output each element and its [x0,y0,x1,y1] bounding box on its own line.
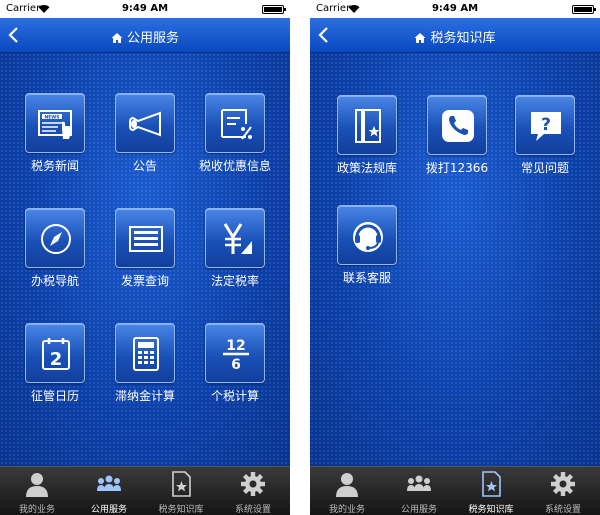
svg-text:12: 12 [226,338,245,354]
tab-tax-knowledge[interactable]: 税务知识库 [145,467,217,515]
svg-text:NEWS: NEWS [44,114,59,120]
tile-grid: NEWS 税务新闻 公告 税收优惠信息 办税导航 发票查询 法定税率 2 征管日… [0,53,290,466]
group-icon [407,475,431,491]
svg-text:2: 2 [50,349,63,370]
invoice-icon [129,226,163,252]
tile-tax-calendar[interactable]: 2 征管日历 [10,323,100,413]
calculator-icon [133,337,159,371]
tab-bar: 我的业务 公用服务 税务知识库 系统设置 [310,466,600,515]
tab-my-business[interactable]: 我的业务 [1,467,73,515]
gear-icon [551,472,575,496]
question-icon: ? [531,112,561,141]
home-icon [111,33,123,43]
tab-my-business[interactable]: 我的业务 [311,467,383,515]
tab-public-services[interactable]: 公用服务 [73,467,145,515]
fraction-icon: 12 6 [223,338,249,373]
tile-contact-support[interactable]: 联系客服 [322,205,412,295]
page-title: 公用服务 [126,31,179,46]
tile-tax-navigation[interactable]: 办税导航 [10,208,100,298]
tile-grid: 政策法规库 拨打12366 ? 常见问题 联系客服 [310,53,600,466]
battery-icon [572,5,596,14]
status-bar: Carrier 9:49 AM [310,0,600,18]
law-book-icon [355,109,381,143]
document-star-icon [172,471,191,497]
status-time: 9:49 AM [431,3,479,14]
discount-icon [221,109,252,140]
headset-icon [353,222,383,252]
svg-text:?: ? [541,115,551,135]
tab-system-settings[interactable]: 系统设置 [217,467,289,515]
person-icon [26,473,48,497]
tile-label: 个税计算 [210,389,259,403]
tile-label: 联系客服 [342,271,391,285]
home-icon [414,33,426,43]
group-icon [97,475,121,491]
screen-public-services: Carrier 9:49 AM 公用服务 NEWS 税务新闻 公告 税收优惠信息… [0,0,290,515]
page-title: 税务知识库 [430,31,496,46]
tab-tax-knowledge[interactable]: 税务知识库 [455,467,527,515]
tile-policy-law-library[interactable]: 政策法规库 [322,95,412,185]
nav-bar: 税务知识库 [310,18,600,53]
phone-icon [442,110,474,142]
screen-tax-knowledge-base: Carrier 9:49 AM 税务知识库 政策法规库 拨打12366 ? 常见… [310,0,600,515]
yen-rate-icon [223,223,252,254]
tile-income-tax-calculator[interactable]: 12 6 个税计算 [190,323,280,413]
tile-call-12366[interactable]: 拨打12366 [412,95,502,185]
tile-label: 常见问题 [520,161,569,175]
tile-faq[interactable]: ? 常见问题 [500,95,590,185]
tile-tax-news[interactable]: NEWS 税务新闻 [10,93,100,183]
tab-system-settings[interactable]: 系统设置 [527,467,599,515]
tile-late-fee-calculator[interactable]: 滞纳金计算 [100,323,190,413]
tile-label: 税收优惠信息 [198,159,271,173]
tile-label: 法定税率 [210,274,259,288]
horn-icon [129,111,161,137]
tile-invoice-query[interactable]: 发票查询 [100,208,190,298]
person-icon [336,473,358,497]
status-bar: Carrier 9:49 AM [0,0,290,18]
nav-bar: 公用服务 [0,18,290,53]
tile-announcement[interactable]: 公告 [100,93,190,183]
calendar-icon: 2 [42,338,70,370]
compass-icon [41,224,71,254]
status-time: 9:49 AM [121,3,169,14]
news-icon: NEWS [38,110,72,139]
tile-tax-benefits[interactable]: 税收优惠信息 [190,93,280,183]
svg-text:6: 6 [231,357,241,373]
document-star-icon [482,471,501,497]
gear-icon [241,472,265,496]
battery-icon [262,5,286,14]
tab-public-services[interactable]: 公用服务 [383,467,455,515]
tab-bar: 我的业务 公用服务 税务知识库 系统设置 [0,466,290,515]
tile-legal-tax-rate[interactable]: 法定税率 [190,208,280,298]
